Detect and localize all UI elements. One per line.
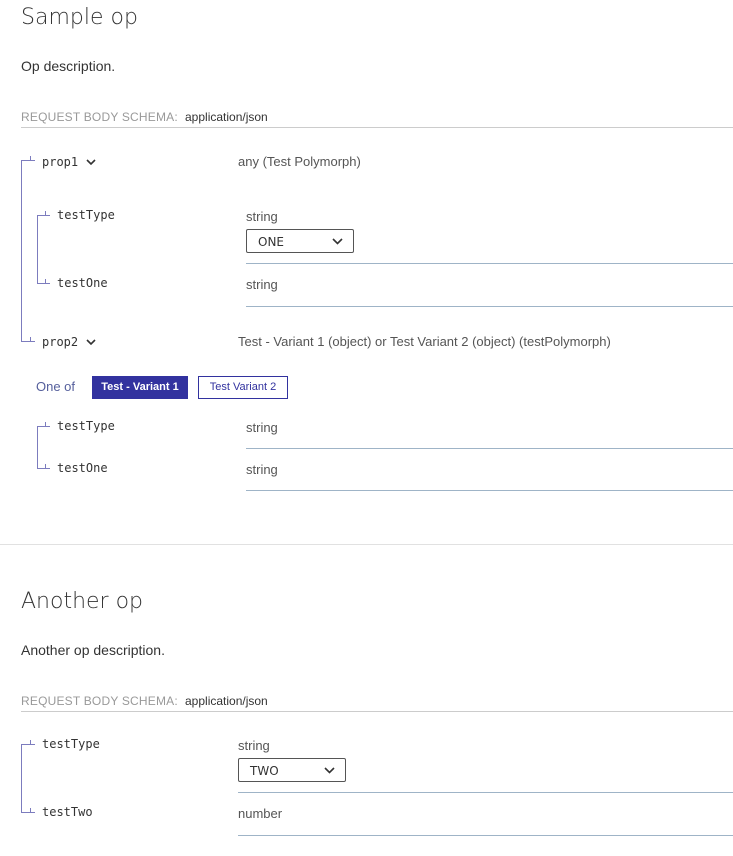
prop-name-testType: testType	[42, 737, 100, 751]
prop1-type: any (Test Polymorph)	[238, 154, 361, 169]
prop-type-testType: string	[238, 738, 270, 753]
prop-name-testType: testType	[57, 419, 115, 433]
request-body-content-type: application/json	[185, 110, 268, 124]
prop-type-testType: string	[246, 209, 278, 224]
prop-type-testOne: string	[246, 277, 278, 292]
tree-branch	[37, 215, 50, 216]
tree-branch	[37, 426, 50, 427]
section-divider	[0, 544, 733, 545]
variant-tab-test-variant-1[interactable]: Test - Variant 1	[92, 376, 188, 399]
chevron-down-icon	[86, 339, 96, 346]
tree-branch	[21, 744, 35, 745]
op-description: Op description.	[21, 58, 116, 74]
field-divider	[246, 448, 733, 449]
enum-selected-value: ONE	[258, 235, 285, 249]
prop2-type: Test - Variant 1 (object) or Test Varian…	[238, 334, 611, 349]
request-body-schema-label: REQUEST BODY SCHEMA:	[21, 110, 178, 124]
prop-name-testOne: testOne	[57, 276, 108, 290]
prop1-name: prop1	[42, 155, 79, 169]
tree-line	[37, 215, 38, 283]
tree-branch	[21, 341, 35, 342]
field-divider	[238, 792, 733, 793]
field-divider	[246, 490, 733, 491]
enum-select-testType[interactable]: ONE	[246, 229, 354, 253]
enum-selected-value: TWO	[250, 764, 279, 778]
tree-line	[21, 160, 22, 341]
tree-tick	[45, 279, 46, 284]
prop2-name: prop2	[42, 335, 79, 349]
prop-name-testType: testType	[57, 208, 115, 222]
schema-divider	[21, 127, 733, 128]
tree-branch	[37, 468, 50, 469]
variant-tab-test-variant-2[interactable]: Test Variant 2	[198, 376, 288, 399]
prop-type-testType: string	[246, 420, 278, 435]
tree-tick	[45, 211, 46, 216]
field-divider	[238, 835, 733, 836]
tree-branch	[37, 283, 50, 284]
one-of-label: One of	[36, 379, 76, 394]
prop-type-testOne: string	[246, 462, 278, 477]
request-body-content-type: application/json	[185, 694, 268, 708]
prop1-toggle[interactable]: prop1	[42, 153, 96, 171]
prop-name-testOne: testOne	[57, 461, 108, 475]
op-title: Sample op	[21, 5, 138, 30]
schema-divider	[21, 711, 733, 712]
prop-name-testTwo: testTwo	[42, 805, 93, 819]
tree-line	[21, 744, 22, 812]
op-title: Another op	[21, 589, 144, 614]
tree-branch	[21, 160, 35, 161]
field-divider	[246, 306, 733, 307]
prop-type-testTwo: number	[238, 806, 283, 821]
chevron-down-icon	[324, 767, 335, 774]
tree-tick	[30, 156, 31, 161]
tree-tick	[45, 422, 46, 427]
tree-tick	[30, 337, 31, 342]
chevron-down-icon	[332, 238, 343, 245]
tree-tick	[30, 808, 31, 813]
op-description: Another op description.	[21, 642, 165, 658]
tree-tick	[45, 464, 46, 469]
prop2-toggle[interactable]: prop2	[42, 333, 96, 351]
request-body-schema-label: REQUEST BODY SCHEMA:	[21, 694, 178, 708]
enum-select-testType[interactable]: TWO	[238, 758, 346, 782]
tree-tick	[30, 740, 31, 745]
field-divider	[246, 263, 733, 264]
tree-line	[37, 426, 38, 468]
chevron-down-icon	[86, 159, 96, 166]
tree-branch	[21, 812, 35, 813]
